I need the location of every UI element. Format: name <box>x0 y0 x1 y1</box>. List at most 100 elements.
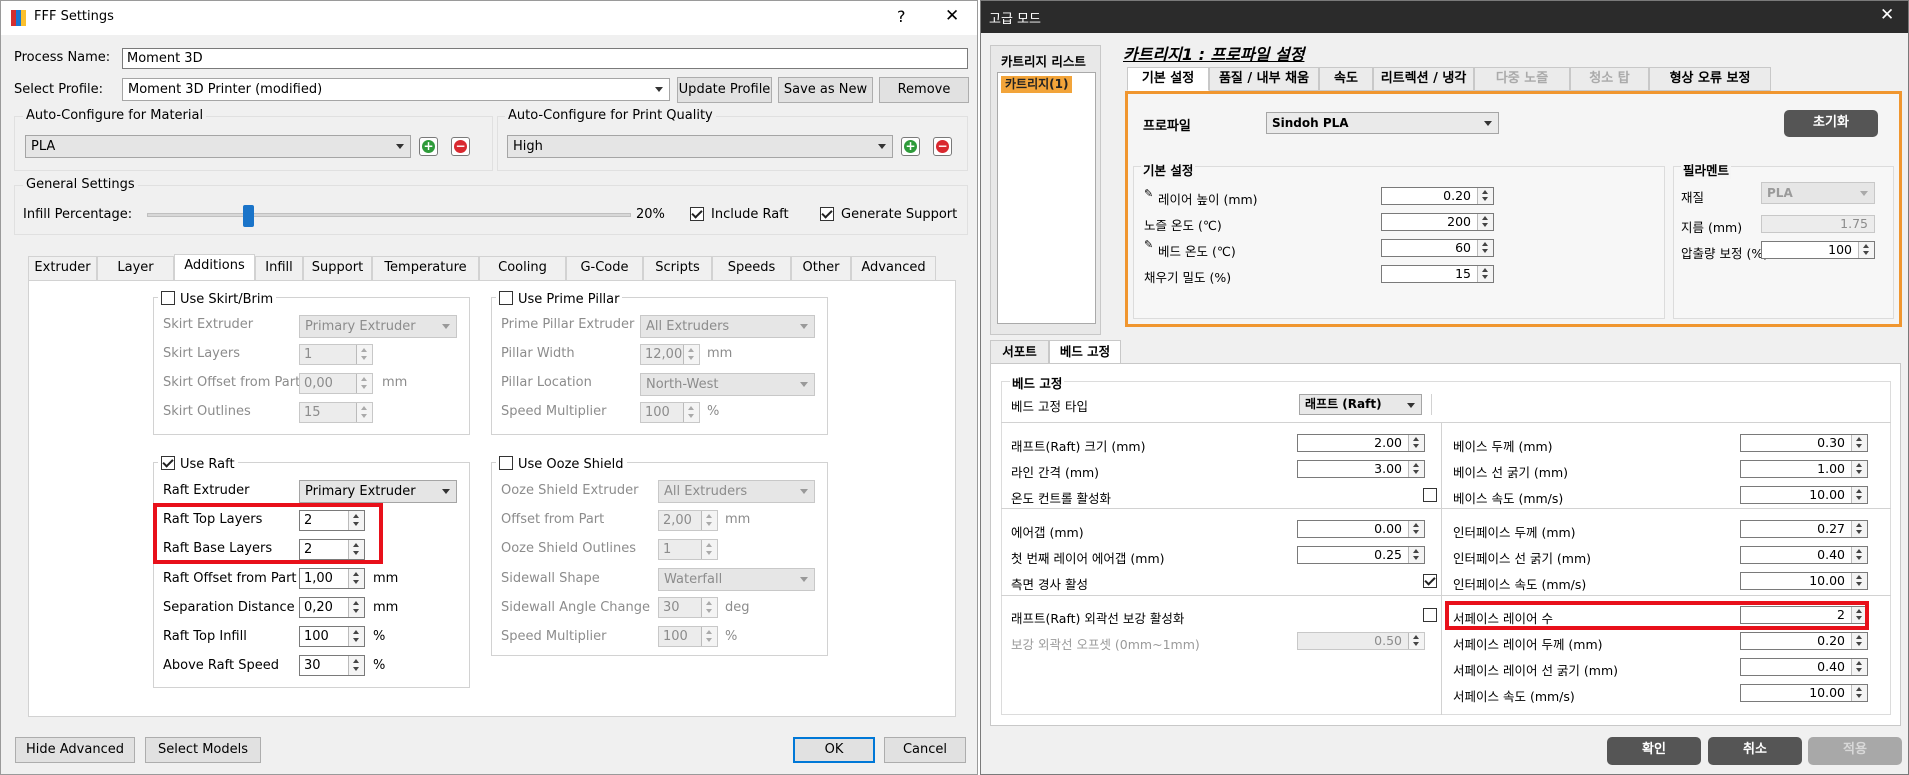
add-material-button[interactable]: + <box>419 137 438 156</box>
ooze-speed-spinner[interactable]: 100 <box>658 626 718 647</box>
apply-button[interactable]: 적용 <box>1808 737 1902 765</box>
spin-arrows-icon[interactable] <box>683 403 699 422</box>
tab-advanced[interactable]: Advanced <box>851 256 936 280</box>
skirt-layers-spinner[interactable]: 1 <box>299 344 373 365</box>
spin-arrows-icon[interactable] <box>1851 573 1867 589</box>
pillar-location-select[interactable]: North-West <box>640 373 815 396</box>
spin-arrows-icon[interactable] <box>1408 547 1424 563</box>
cancel-button[interactable]: Cancel <box>884 737 966 763</box>
spin-arrows-icon[interactable] <box>348 598 364 617</box>
spin-arrows-icon[interactable] <box>348 569 364 588</box>
spin-arrows-icon[interactable] <box>1851 461 1867 477</box>
spin-arrows-icon[interactable] <box>1851 547 1867 563</box>
spin-arrows-icon[interactable] <box>701 598 717 617</box>
close-button[interactable]: ✕ <box>945 6 959 26</box>
sidewall-angle-spinner[interactable]: 30 <box>658 597 718 618</box>
tab-retraction-cooling[interactable]: 리트렉션 / 냉각 <box>1373 67 1474 91</box>
pillar-width-spinner[interactable]: 12,00 <box>640 344 700 365</box>
profile-select[interactable]: Moment 3D Printer (modified) <box>122 78 670 101</box>
raft-left-row-input[interactable]: 2.00 <box>1297 434 1425 452</box>
tab-layer[interactable]: Layer <box>97 256 174 280</box>
select-models-button[interactable]: Select Models <box>145 737 261 763</box>
process-name-input[interactable]: Moment 3D <box>122 48 968 69</box>
spin-arrows-icon[interactable] <box>356 374 372 393</box>
tab-speeds[interactable]: Speeds <box>712 256 791 280</box>
spin-arrows-icon[interactable] <box>1477 188 1493 204</box>
bed-temp-input[interactable]: 60 <box>1381 239 1494 257</box>
raft-left-row-input[interactable]: 0.00 <box>1297 520 1425 538</box>
spin-arrows-icon[interactable] <box>356 345 372 364</box>
spin-arrows-icon[interactable] <box>1851 521 1867 537</box>
tab-support[interactable]: Support <box>303 256 372 280</box>
spin-arrows-icon[interactable] <box>1408 633 1424 649</box>
tab-scripts[interactable]: Scripts <box>643 256 712 280</box>
spin-arrows-icon[interactable] <box>348 627 364 646</box>
sidewall-shape-select[interactable]: Waterfall <box>658 568 815 591</box>
raft-left-row-checkbox[interactable] <box>1423 608 1437 622</box>
spin-arrows-icon[interactable] <box>1851 633 1867 649</box>
tab-shape-correction[interactable]: 형상 오류 보정 <box>1649 67 1771 91</box>
reset-button[interactable]: 초기화 <box>1784 110 1878 137</box>
tab-cooling[interactable]: Cooling <box>479 256 566 280</box>
hide-advanced-button[interactable]: Hide Advanced <box>15 737 135 763</box>
raft-left-row-input[interactable]: 3.00 <box>1297 460 1425 478</box>
close-button[interactable]: ✕ <box>1880 5 1894 25</box>
spin-arrows-icon[interactable] <box>1851 659 1867 675</box>
spin-arrows-icon[interactable] <box>1477 240 1493 256</box>
pillar-speed-spinner[interactable]: 100 <box>640 402 700 423</box>
use-ooze-shield-checkbox[interactable] <box>499 456 513 470</box>
layer-height-input[interactable]: 0.20 <box>1381 187 1494 205</box>
raft-right-row-input[interactable]: 0.27 <box>1740 520 1868 538</box>
remove-material-button[interactable]: − <box>451 137 470 156</box>
quality-select[interactable]: High <box>507 135 893 158</box>
update-profile-button[interactable]: Update Profile <box>677 77 772 103</box>
tab-infill[interactable]: Infill <box>255 256 303 280</box>
raft-right-row-input[interactable]: 10.00 <box>1740 572 1868 590</box>
spin-arrows-icon[interactable] <box>701 627 717 646</box>
skirt-extruder-select[interactable]: Primary Extruder <box>299 315 457 338</box>
tab-additions[interactable]: Additions <box>174 254 255 281</box>
diameter-input[interactable]: 1.75 <box>1761 215 1875 233</box>
ooze-offset-spinner[interactable]: 2,00 <box>658 510 718 531</box>
bed-type-select[interactable]: 래프트 (Raft) <box>1299 394 1422 415</box>
skirt-outlines-spinner[interactable]: 15 <box>299 402 373 423</box>
tab-support[interactable]: 서포트 <box>990 340 1049 364</box>
spin-arrows-icon[interactable] <box>348 656 364 675</box>
pillar-extruder-select[interactable]: All Extruders <box>640 315 815 338</box>
raft-left-row-checkbox[interactable] <box>1423 574 1437 588</box>
spin-arrows-icon[interactable] <box>356 403 372 422</box>
tab-wipe-tower[interactable]: 청소 탑 <box>1570 67 1649 91</box>
use-prime-pillar-checkbox[interactable] <box>499 291 513 305</box>
include-raft-checkbox[interactable] <box>690 207 704 221</box>
raft-offset-spinner[interactable]: 1,00 <box>299 568 365 589</box>
generate-support-checkbox[interactable] <box>820 207 834 221</box>
spin-arrows-icon[interactable] <box>701 540 717 559</box>
tab-bed-adhesion[interactable]: 베드 고정 <box>1049 340 1121 364</box>
spin-arrows-icon[interactable] <box>1477 266 1493 282</box>
infill-density-input[interactable]: 15 <box>1381 265 1494 283</box>
skirt-offset-spinner[interactable]: 0,00 <box>299 373 373 394</box>
help-button[interactable]: ? <box>897 7 906 26</box>
raft-extruder-select[interactable]: Primary Extruder <box>299 480 457 503</box>
tab-multi-nozzle[interactable]: 다중 노즐 <box>1474 67 1570 91</box>
flow-input[interactable]: 100 <box>1761 241 1875 259</box>
cartridge-item[interactable]: 카트리지(1) <box>1001 76 1073 93</box>
ooze-outlines-spinner[interactable]: 1 <box>658 539 718 560</box>
spin-arrows-icon[interactable] <box>1851 487 1867 503</box>
spin-arrows-icon[interactable] <box>1408 521 1424 537</box>
spin-arrows-icon[interactable] <box>701 511 717 530</box>
confirm-button[interactable]: 확인 <box>1607 737 1701 765</box>
tab-basic[interactable]: 기본 설정 <box>1127 67 1209 91</box>
save-as-new-button[interactable]: Save as New <box>778 77 873 103</box>
use-raft-checkbox[interactable] <box>161 456 175 470</box>
spin-arrows-icon[interactable] <box>1408 435 1424 451</box>
spin-arrows-icon[interactable] <box>683 345 699 364</box>
raft-right-row-input[interactable]: 0.40 <box>1740 546 1868 564</box>
remove-quality-button[interactable]: − <box>933 137 952 156</box>
raft-right-row-input[interactable]: 0.20 <box>1740 632 1868 650</box>
raft-right-row-input[interactable]: 10.00 <box>1740 684 1868 702</box>
spin-arrows-icon[interactable] <box>1851 685 1867 701</box>
raft-left-row-input[interactable]: 0.25 <box>1297 546 1425 564</box>
use-skirt-checkbox[interactable] <box>161 291 175 305</box>
filament-material-select[interactable]: PLA <box>1761 182 1875 204</box>
